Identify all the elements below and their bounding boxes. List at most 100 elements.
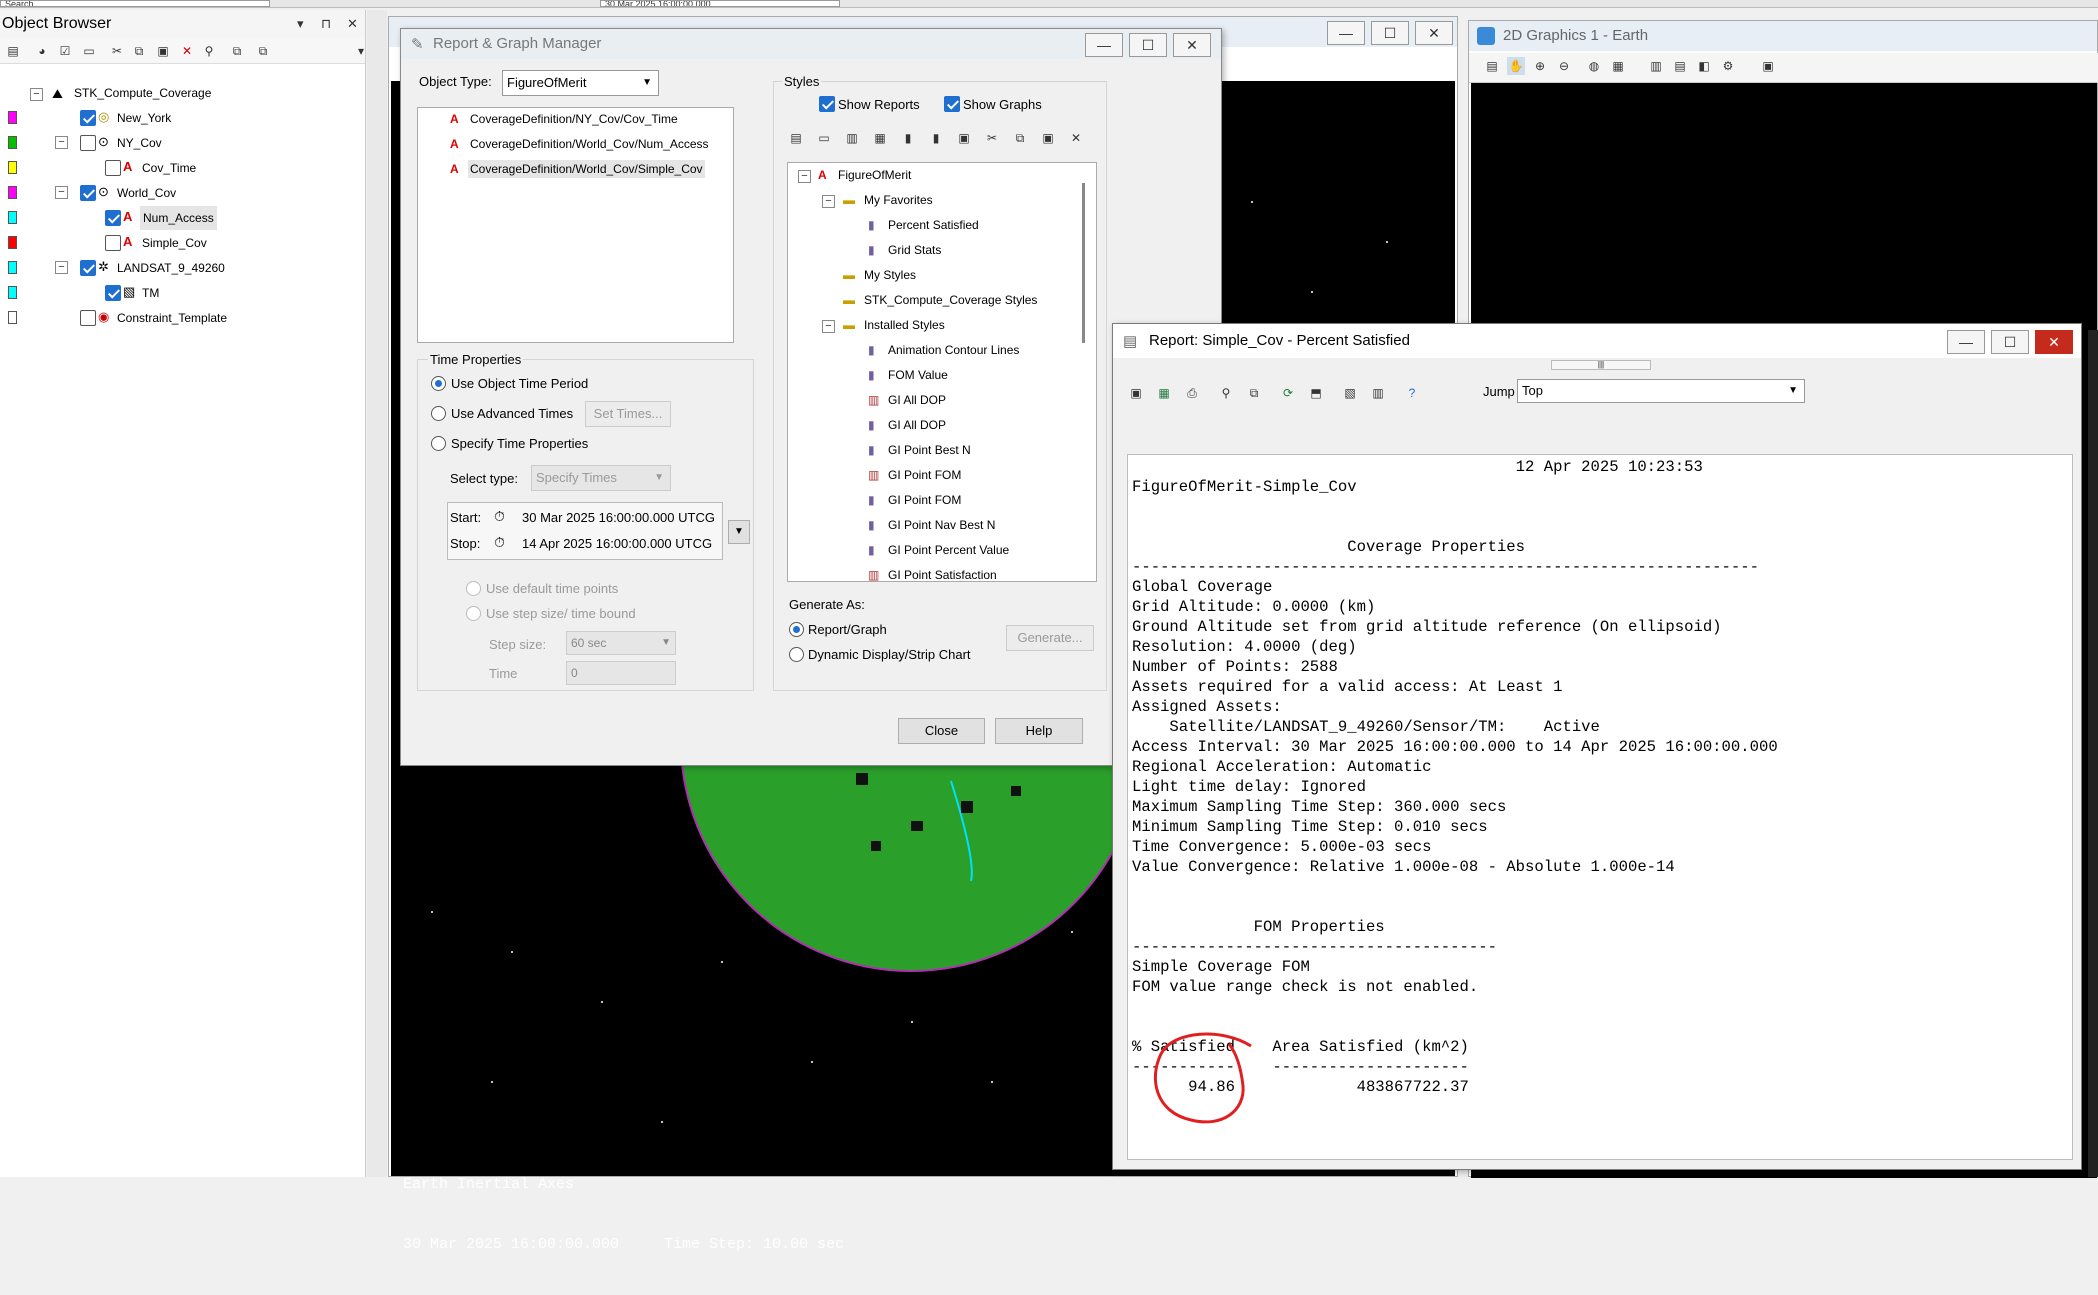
color-swatch[interactable] <box>8 161 17 174</box>
tree-item-tm[interactable]: TM <box>142 281 159 305</box>
cut-icon[interactable]: ✂ <box>983 129 1001 147</box>
style-node[interactable]: My Styles <box>864 263 916 288</box>
color-wheel-icon[interactable]: ◕ <box>33 42 51 60</box>
style-node[interactable]: Percent Satisfied <box>888 213 979 238</box>
style-node[interactable]: FOM Value <box>888 363 948 388</box>
style-node[interactable]: GI Point FOM <box>888 463 961 488</box>
new-graph-icon[interactable]: ▦ <box>871 129 889 147</box>
help-icon[interactable]: ? <box>1403 384 1421 402</box>
checkbox[interactable] <box>80 135 96 151</box>
stopwatch-icon[interactable]: ⏱ <box>494 508 505 525</box>
style-node[interactable]: GI All DOP <box>888 413 946 438</box>
dropdown-icon[interactable]: ▾ <box>297 10 304 38</box>
color-swatch[interactable] <box>8 111 17 124</box>
checkbox[interactable] <box>80 260 96 276</box>
collapse-icon[interactable]: − <box>822 195 835 208</box>
table-icon[interactable]: ▤ <box>1671 57 1689 75</box>
maximize-button[interactable]: ☐ <box>1991 330 2029 354</box>
new-style-icon[interactable]: ▤ <box>787 129 805 147</box>
monitor-icon[interactable]: ▣ <box>1759 57 1777 75</box>
tree-item-num-access[interactable]: Num_Access <box>140 206 217 230</box>
radio-step-size[interactable] <box>466 606 481 621</box>
properties-icon[interactable]: ▤ <box>1483 57 1501 75</box>
color-swatch[interactable] <box>8 136 17 149</box>
properties-icon[interactable]: ▧ <box>1341 384 1359 402</box>
checkbox[interactable] <box>80 185 96 201</box>
find-icon[interactable]: ⚲ <box>1217 384 1235 402</box>
print-icon[interactable]: ⎙ <box>1183 384 1201 402</box>
delete-icon[interactable]: ✕ <box>1067 129 1085 147</box>
bar-graph-icon[interactable]: ▮ <box>899 129 917 147</box>
tree-item-landsat[interactable]: LANDSAT_9_49260 <box>117 256 225 280</box>
collapse-icon[interactable]: − <box>55 186 68 199</box>
style-node[interactable]: STK_Compute_Coverage Styles <box>864 288 1037 313</box>
radio-specify-time-props[interactable] <box>431 436 446 451</box>
collapse-icon[interactable]: − <box>55 261 68 274</box>
properties-icon[interactable]: ▣ <box>955 129 973 147</box>
list-item[interactable]: A CoverageDefinition/NY_Cov/Cov_Time <box>418 108 733 133</box>
paste-icon[interactable]: ▣ <box>1039 129 1057 147</box>
maximize-button[interactable]: ☐ <box>1129 33 1167 57</box>
graph-icon[interactable]: ▥ <box>1369 384 1387 402</box>
list-item[interactable]: A CoverageDefinition/World_Cov/Num_Acces… <box>418 133 733 158</box>
maximize-button[interactable]: ☐ <box>1371 21 1409 45</box>
camera-icon[interactable]: ◧ <box>1695 57 1713 75</box>
paste-icon[interactable]: ▣ <box>154 42 172 60</box>
style-node[interactable]: GI Point Nav Best N <box>888 513 995 538</box>
set-times-button[interactable]: Set Times... <box>585 401 671 427</box>
tree-item-simple-cov[interactable]: Simple_Cov <box>142 231 207 255</box>
stopwatch-icon[interactable]: ⏱ <box>494 534 505 551</box>
save-icon[interactable]: ▣ <box>1127 384 1145 402</box>
color-swatch[interactable] <box>8 261 17 274</box>
copy-icon[interactable]: ⧉ <box>1011 129 1029 147</box>
delete-icon[interactable]: ✕ <box>178 42 196 60</box>
tree-item-world-cov[interactable]: World_Cov <box>117 181 176 205</box>
style-node[interactable]: Animation Contour Lines <box>888 338 1019 363</box>
settings-icon[interactable]: ⚙ <box>1719 57 1737 75</box>
style-node[interactable]: GI Point FOM <box>888 488 961 513</box>
cut-icon[interactable]: ✂ <box>108 42 126 60</box>
time-dropdown-button[interactable]: ▼ <box>728 520 750 544</box>
style-node[interactable]: My Favorites <box>864 188 933 213</box>
show-graphs-checkbox[interactable] <box>944 96 960 112</box>
radio-dynamic-display[interactable] <box>789 647 804 662</box>
splitter[interactable] <box>367 10 387 1177</box>
step-size-input[interactable]: 60 sec ▼ <box>566 631 676 655</box>
radio-use-advanced-times[interactable] <box>431 406 446 421</box>
new-report-icon[interactable]: ▥ <box>843 129 861 147</box>
tree-item-ny-cov[interactable]: NY_Cov <box>117 131 162 155</box>
folder-icon[interactable]: ▭ <box>80 42 98 60</box>
generate-button[interactable]: Generate... <box>1006 625 1094 651</box>
color-swatch[interactable] <box>8 286 17 299</box>
minimize-button[interactable]: — <box>1947 330 1985 354</box>
export-icon[interactable]: ⬒ <box>1307 384 1325 402</box>
close-button[interactable]: Close <box>898 718 985 744</box>
copy-icon[interactable]: ⧉ <box>130 42 148 60</box>
color-swatch[interactable] <box>8 211 17 224</box>
object-type-select[interactable]: FigureOfMerit ▼ <box>502 70 659 96</box>
tree-item-new-york[interactable]: New_York <box>117 106 171 130</box>
collapse-icon[interactable]: − <box>30 88 43 101</box>
start-value[interactable]: 30 Mar 2025 16:00:00.000 UTCG <box>522 510 715 525</box>
style-node[interactable]: GI Point Satisfaction <box>888 563 997 581</box>
excel-icon[interactable]: ▦ <box>1155 384 1173 402</box>
color-swatch[interactable] <box>8 186 17 199</box>
time-field[interactable]: 30 Mar 2025 16:00:00.000 <box>600 0 840 7</box>
bar-graph2-icon[interactable]: ▮ <box>927 129 945 147</box>
new-folder-icon[interactable]: ▭ <box>815 129 833 147</box>
collapse-icon[interactable]: − <box>798 170 811 183</box>
style-node[interactable]: GI All DOP <box>888 388 946 413</box>
checkbox[interactable] <box>80 310 96 326</box>
close-icon[interactable]: ✕ <box>347 10 358 38</box>
radio-default-time-points[interactable] <box>466 581 481 596</box>
radio-use-object-time[interactable] <box>431 376 446 391</box>
style-node[interactable]: GI Point Best N <box>888 438 971 463</box>
jump-select[interactable]: Top ▼ <box>1517 379 1805 403</box>
duplicate2-icon[interactable]: ⧉ <box>254 42 272 60</box>
search-field[interactable]: Search <box>0 0 270 7</box>
radio-report-graph[interactable] <box>789 622 804 637</box>
pin-icon[interactable]: ⊓ <box>321 10 331 38</box>
zoom-in-icon[interactable]: ⊕ <box>1531 57 1549 75</box>
tree-item-cov-time[interactable]: Cov_Time <box>142 156 196 180</box>
checkbox[interactable] <box>80 110 96 126</box>
